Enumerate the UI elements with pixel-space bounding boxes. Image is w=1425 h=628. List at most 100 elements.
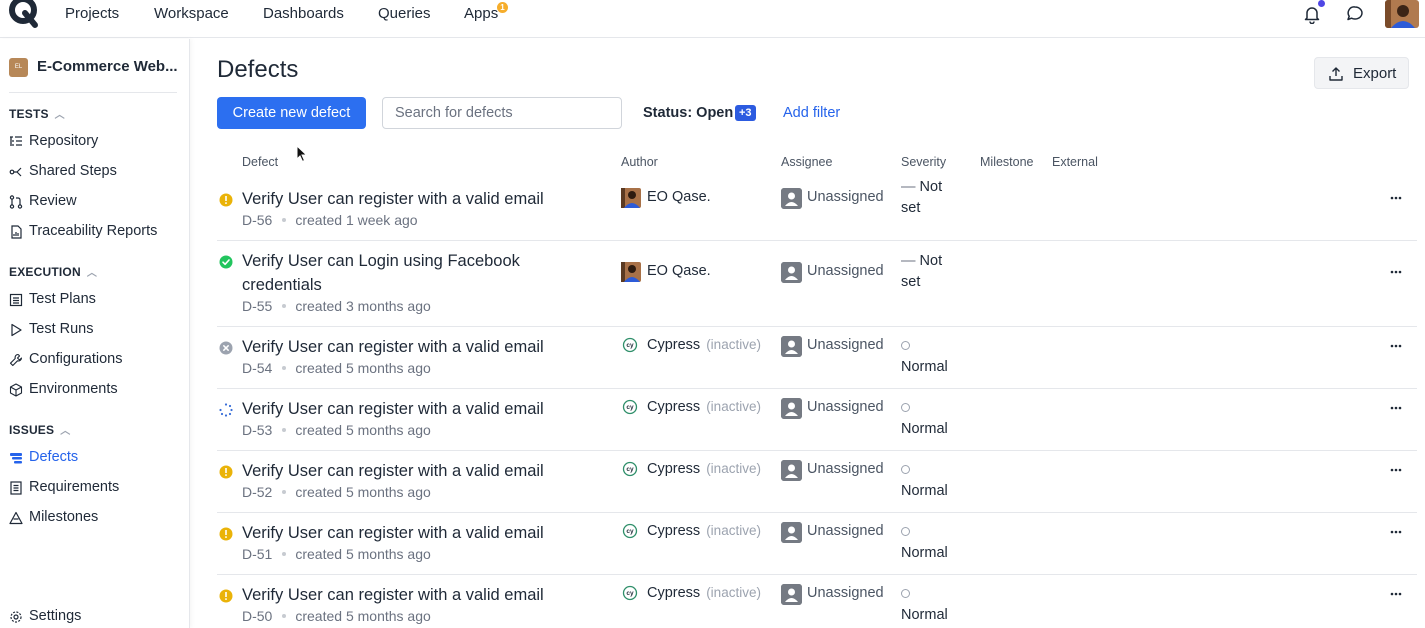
nav-apps[interactable]: Apps — [464, 5, 498, 22]
table-row[interactable]: Verify User can register with a valid em… — [217, 179, 1417, 241]
qase-logo-icon[interactable] — [6, 0, 40, 30]
table-row[interactable]: Verify User can register with a valid em… — [217, 327, 1417, 389]
nav-queries[interactable]: Queries — [378, 5, 431, 22]
created-time: created 1 week ago — [295, 212, 418, 228]
defect-title[interactable]: Verify User can register with a valid em… — [242, 397, 582, 421]
column-header-defect[interactable]: Defect — [242, 155, 278, 169]
user-avatar[interactable] — [1385, 0, 1419, 28]
sidebar-item-label: Shared Steps — [29, 163, 117, 179]
svg-text:cy: cy — [626, 342, 634, 349]
assignee-name[interactable]: Unassigned — [807, 585, 884, 601]
create-defect-button[interactable]: Create new defect — [217, 97, 366, 129]
nav-dashboards[interactable]: Dashboards — [263, 5, 344, 22]
cypress-logo-icon: cy — [622, 461, 638, 477]
severity-label: Normal — [901, 359, 948, 375]
svg-text:cy: cy — [626, 528, 634, 535]
severity-circle-icon — [901, 589, 910, 598]
defect-meta: D-51 created 5 months ago — [242, 546, 431, 562]
severity-dash-icon: — — [901, 253, 920, 269]
defect-title[interactable]: Verify User can register with a valid em… — [242, 459, 582, 483]
section-tests-header[interactable]: TESTS ︿ — [9, 106, 65, 121]
column-header-milestone[interactable]: Milestone — [980, 155, 1034, 169]
list-icon — [9, 293, 23, 307]
defect-meta: D-54 created 5 months ago — [242, 360, 431, 376]
assignee-name[interactable]: Unassigned — [807, 189, 884, 205]
severity-cell[interactable]: Normal — [901, 584, 961, 626]
author-avatar — [621, 262, 641, 282]
nav-workspace[interactable]: Workspace — [154, 5, 229, 22]
severity-cell[interactable]: Normal — [901, 522, 961, 564]
defect-title[interactable]: Verify User can Login using Facebook cre… — [242, 249, 582, 297]
column-header-severity[interactable]: Severity — [901, 155, 946, 169]
column-header-assignee[interactable]: Assignee — [781, 155, 832, 169]
assignee-name[interactable]: Unassigned — [807, 461, 884, 477]
status-filter[interactable]: Status: Open — [643, 105, 733, 121]
author-name: Cypress (inactive) — [647, 461, 761, 477]
author-label: Cypress — [647, 399, 701, 415]
more-options-icon[interactable] — [1389, 463, 1403, 477]
column-header-author[interactable]: Author — [621, 155, 658, 169]
separator-dot — [282, 427, 287, 432]
sidebar-item-label: Milestones — [29, 509, 99, 525]
author-label: EO Qase. — [647, 263, 711, 279]
more-options-icon[interactable] — [1389, 265, 1403, 279]
author-label: Cypress — [647, 523, 701, 539]
defect-id: D-55 — [242, 298, 273, 314]
author-label: Cypress — [647, 461, 701, 477]
separator-dot — [282, 303, 287, 308]
defect-title[interactable]: Verify User can register with a valid em… — [242, 521, 582, 545]
more-options-icon[interactable] — [1389, 339, 1403, 353]
sidebar-item-label: Settings — [29, 608, 82, 624]
author-name: EO Qase. — [647, 189, 711, 205]
table-row[interactable]: Verify User can register with a valid em… — [217, 575, 1417, 628]
section-execution-header[interactable]: EXECUTION ︿ — [9, 264, 97, 279]
severity-cell[interactable]: — Not set — [901, 177, 961, 219]
status-open-icon — [219, 465, 233, 479]
assignee-name[interactable]: Unassigned — [807, 523, 884, 539]
severity-cell[interactable]: Normal — [901, 336, 961, 378]
defect-title[interactable]: Verify User can register with a valid em… — [242, 335, 582, 359]
more-options-icon[interactable] — [1389, 191, 1403, 205]
nav-projects[interactable]: Projects — [65, 5, 119, 22]
bell-icon[interactable] — [1302, 4, 1322, 24]
assignee-name[interactable]: Unassigned — [807, 263, 884, 279]
severity-cell[interactable]: Normal — [901, 460, 961, 502]
more-options-icon[interactable] — [1389, 401, 1403, 415]
unassigned-user-icon — [781, 460, 802, 481]
unassigned-user-icon — [781, 584, 802, 605]
severity-label: Normal — [901, 545, 948, 561]
unassigned-user-icon — [781, 336, 802, 357]
defect-meta: D-52 created 5 months ago — [242, 484, 431, 500]
search-input[interactable] — [382, 97, 622, 129]
severity-cell[interactable]: Normal — [901, 398, 961, 440]
section-issues-header[interactable]: ISSUES ︿ — [9, 422, 70, 437]
table-row[interactable]: Verify User can register with a valid em… — [217, 389, 1417, 451]
defect-title[interactable]: Verify User can register with a valid em… — [242, 187, 582, 211]
assignee-name[interactable]: Unassigned — [807, 337, 884, 353]
author-inactive-label: (inactive) — [706, 461, 761, 476]
created-time: created 5 months ago — [295, 422, 431, 438]
defect-id: D-52 — [242, 484, 273, 500]
author-name: Cypress (inactive) — [647, 399, 761, 415]
more-options-icon[interactable] — [1389, 587, 1403, 601]
table-row[interactable]: Verify User can register with a valid em… — [217, 451, 1417, 513]
export-button[interactable]: Export — [1314, 57, 1409, 89]
add-filter-link[interactable]: Add filter — [783, 105, 840, 121]
section-title: TESTS — [9, 107, 49, 121]
share-steps-icon — [9, 167, 22, 177]
severity-circle-icon — [901, 341, 910, 350]
created-time: created 5 months ago — [295, 360, 431, 376]
more-options-icon[interactable] — [1389, 525, 1403, 539]
assignee-name[interactable]: Unassigned — [807, 399, 884, 415]
severity-cell[interactable]: — Not set — [901, 251, 961, 293]
table-row[interactable]: Verify User can Login using Facebook cre… — [217, 241, 1417, 327]
status-filter-count-badge[interactable]: +3 — [735, 105, 756, 121]
project-selector[interactable]: EL E-Commerce Web... — [9, 57, 179, 79]
table-row[interactable]: Verify User can register with a valid em… — [217, 513, 1417, 575]
chat-icon[interactable] — [1345, 4, 1365, 24]
unassigned-user-icon — [781, 398, 802, 419]
defect-title[interactable]: Verify User can register with a valid em… — [242, 583, 582, 607]
column-header-external[interactable]: External — [1052, 155, 1098, 169]
status-invalid-icon — [219, 341, 233, 355]
sidebar-item-label: Test Plans — [29, 291, 96, 307]
